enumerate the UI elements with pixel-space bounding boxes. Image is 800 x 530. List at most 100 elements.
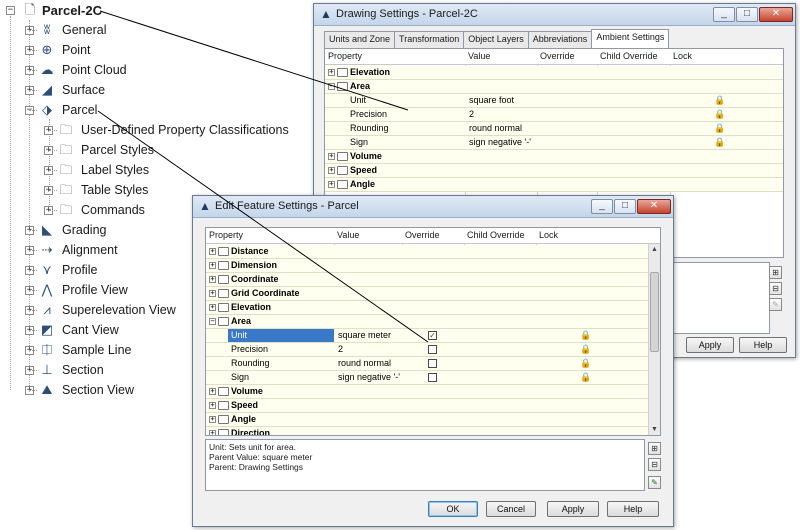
override-checkbox[interactable]	[428, 345, 437, 354]
expand-icon[interactable]: +	[209, 290, 216, 297]
category-row[interactable]: − Area	[325, 80, 783, 94]
override-checkbox[interactable]: ✓	[428, 331, 437, 340]
property-value[interactable]: square foot	[469, 95, 514, 105]
lock-icon[interactable]: 🔒	[714, 95, 725, 105]
tab-abbreviations[interactable]: Abbreviations	[527, 31, 593, 48]
edit-icon[interactable]: ✎	[769, 298, 782, 311]
collapse-all-icon[interactable]: ⊟	[769, 282, 782, 295]
maximize-button[interactable]: □	[614, 199, 636, 214]
tab-units-and-zone[interactable]: Units and Zone	[324, 31, 396, 48]
minimize-button[interactable]: _	[713, 7, 735, 22]
tree-subitem[interactable]: + 🗀 User-Defined Property Classifications	[0, 120, 300, 140]
collapse-all-icon[interactable]: ⊟	[648, 458, 661, 471]
expand-icon[interactable]: +	[209, 262, 216, 269]
column-header[interactable]: Lock	[539, 230, 558, 240]
expand-icon[interactable]: +	[328, 167, 335, 174]
property-value[interactable]: round normal	[469, 123, 522, 133]
category-row[interactable]: + Coordinate	[206, 273, 648, 287]
property-row[interactable]: Precision 2 🔒	[206, 343, 648, 357]
column-header[interactable]: Lock	[673, 51, 692, 61]
minimize-button[interactable]: _	[591, 199, 613, 214]
property-value[interactable]: square meter	[338, 330, 391, 340]
category-row[interactable]: + Dimension	[206, 259, 648, 273]
column-header[interactable]: Value	[337, 230, 359, 240]
tree-subitem[interactable]: + 🗀 Label Styles	[0, 160, 300, 180]
lock-icon[interactable]: 🔒	[580, 330, 591, 340]
expand-all-icon[interactable]: ⊞	[648, 442, 661, 455]
property-value[interactable]: 2	[469, 109, 474, 119]
expand-icon[interactable]: +	[328, 181, 335, 188]
tree-root[interactable]: − 🗋 Parcel-2C	[0, 0, 120, 20]
expand-icon[interactable]: +	[209, 430, 216, 435]
lock-icon[interactable]: 🔒	[580, 344, 591, 354]
tree-subitem[interactable]: + 🗀 Parcel Styles	[0, 140, 300, 160]
category-row[interactable]: + Elevation	[325, 66, 783, 80]
lock-icon[interactable]: 🔒	[714, 109, 725, 119]
cancel-button[interactable]: Cancel	[486, 501, 536, 517]
property-row[interactable]: Rounding round normal 🔒	[206, 357, 648, 371]
property-value[interactable]: sign negative '-'	[469, 137, 531, 147]
category-row[interactable]: + Elevation	[206, 301, 648, 315]
column-header[interactable]: Child Override	[600, 51, 658, 61]
close-button[interactable]: ✕	[759, 7, 793, 22]
lock-icon[interactable]: 🔒	[714, 137, 725, 147]
tab-ambient-settings[interactable]: Ambient Settings	[591, 29, 670, 48]
help-button[interactable]: Help	[607, 501, 659, 517]
property-value[interactable]: round normal	[338, 358, 391, 368]
column-header[interactable]: Override	[540, 51, 575, 61]
collapse-icon[interactable]: −	[328, 83, 335, 90]
expand-icon[interactable]: +	[209, 304, 216, 311]
tab-transformation[interactable]: Transformation	[394, 31, 465, 48]
expand-icon[interactable]: +	[209, 248, 216, 255]
expand-all-icon[interactable]: ⊞	[769, 266, 782, 279]
property-value[interactable]: 2	[338, 344, 343, 354]
property-row[interactable]: Precision 2 🔒	[325, 108, 783, 122]
category-row[interactable]: − Area	[206, 315, 648, 329]
apply-button[interactable]: Apply	[547, 501, 599, 517]
category-row[interactable]: + Angle	[325, 178, 783, 192]
maximize-button[interactable]: □	[736, 7, 758, 22]
category-row[interactable]: + Volume	[325, 150, 783, 164]
category-row[interactable]: + Grid Coordinate	[206, 287, 648, 301]
column-header[interactable]: Override	[405, 230, 440, 240]
override-checkbox[interactable]	[428, 373, 437, 382]
scroll-up-icon[interactable]: ▲	[649, 244, 660, 255]
collapse-icon[interactable]: −	[6, 6, 15, 15]
column-header[interactable]: Property	[328, 51, 362, 61]
category-row[interactable]: + Distance	[206, 245, 648, 259]
expand-icon[interactable]: +	[209, 388, 216, 395]
category-row[interactable]: + Speed	[206, 399, 648, 413]
property-row[interactable]: Rounding round normal 🔒	[325, 122, 783, 136]
category-row[interactable]: + Direction	[206, 427, 648, 435]
drawing-settings-titlebar[interactable]: ▲ Drawing Settings - Parcel-2C _ □ ✕	[314, 4, 795, 26]
property-value[interactable]: sign negative '-'	[338, 372, 400, 382]
lock-icon[interactable]: 🔒	[580, 372, 591, 382]
override-checkbox[interactable]	[428, 359, 437, 368]
property-row[interactable]: Sign sign negative '-' 🔒	[206, 371, 648, 385]
edit-feature-settings-titlebar[interactable]: ▲ Edit Feature Settings - Parcel _ □ ✕	[193, 196, 673, 218]
expand-icon[interactable]: +	[209, 416, 216, 423]
edit-icon[interactable]: ✎	[648, 476, 661, 489]
category-row[interactable]: + Angle	[206, 413, 648, 427]
vertical-scrollbar[interactable]: ▲ ▼	[648, 244, 660, 435]
lock-icon[interactable]: 🔒	[714, 123, 725, 133]
property-row[interactable]: Unit square foot 🔒	[325, 94, 783, 108]
expand-icon[interactable]: +	[209, 402, 216, 409]
ok-button[interactable]: OK	[428, 501, 478, 517]
expand-icon[interactable]: +	[209, 276, 216, 283]
property-row[interactable]: Sign sign negative '-' 🔒	[325, 136, 783, 150]
scrollbar-thumb[interactable]	[650, 272, 659, 352]
apply-button[interactable]: Apply	[686, 337, 734, 353]
tab-object-layers[interactable]: Object Layers	[463, 31, 529, 48]
column-header[interactable]: Property	[209, 230, 243, 240]
scroll-down-icon[interactable]: ▼	[649, 424, 660, 435]
collapse-icon[interactable]: −	[209, 318, 216, 325]
help-button[interactable]: Help	[739, 337, 787, 353]
category-row[interactable]: + Speed	[325, 164, 783, 178]
expand-icon[interactable]: +	[328, 69, 335, 76]
property-row[interactable]: Unit square meter ✓ 🔒	[206, 329, 648, 343]
lock-icon[interactable]: 🔒	[580, 358, 591, 368]
category-row[interactable]: + Volume	[206, 385, 648, 399]
expand-icon[interactable]: +	[328, 153, 335, 160]
column-header[interactable]: Value	[468, 51, 490, 61]
